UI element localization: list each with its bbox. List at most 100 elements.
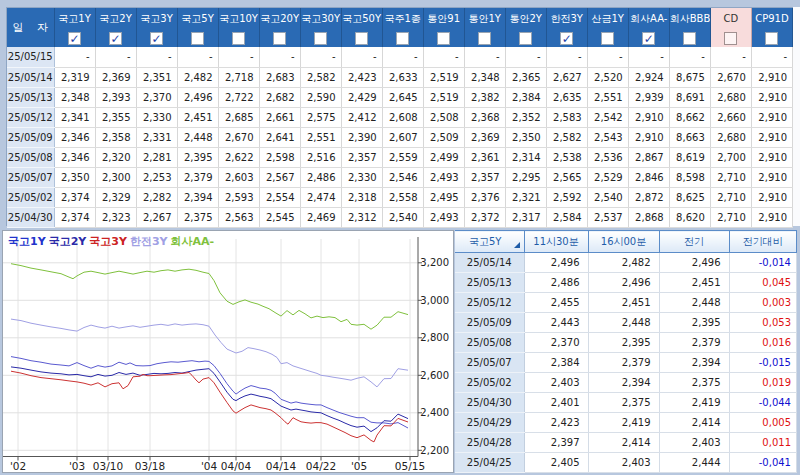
- rate-cell: 2,710: [710, 167, 751, 187]
- quote-table-body: 25/05/142,4962,4822,496-0,01425/05/132,4…: [455, 253, 797, 473]
- checkbox-국고1Y[interactable]: ✓: [68, 32, 81, 45]
- checkbox-국고50Y[interactable]: [355, 32, 368, 45]
- rate-cell: 2,448: [177, 127, 218, 147]
- checkbox-국고2Y[interactable]: ✓: [109, 32, 122, 45]
- rate-cell: 2,582: [546, 127, 587, 147]
- rate-cell: 2,551: [587, 87, 628, 107]
- rate-cell: -: [54, 47, 95, 67]
- chart-y-tick-label: 3,200: [420, 257, 449, 268]
- rate-cell: -: [505, 47, 546, 67]
- rate-cell: 2,374: [54, 207, 95, 227]
- checkbox-통안91[interactable]: [437, 32, 450, 45]
- column-header-국고30Y[interactable]: 국고30Y: [300, 8, 341, 29]
- quote-row: 25/04/252,4052,4032,444-0,041: [455, 453, 797, 473]
- rate-cell: 2,910: [751, 207, 792, 227]
- quote-change-cell: -0,044: [729, 393, 797, 413]
- rate-cell: 2,330: [136, 107, 177, 127]
- checkbox-통안1Y[interactable]: [478, 32, 491, 45]
- rate-cell: 2,384: [505, 87, 546, 107]
- checkbox-국고10Y[interactable]: [232, 32, 245, 45]
- column-header-국고2Y[interactable]: 국고2Y: [95, 8, 136, 29]
- rate-cell: 2,685: [218, 107, 259, 127]
- column-header-회사AA-[interactable]: 회사AA-: [628, 8, 669, 29]
- column-header-회사BBB-[interactable]: 회사BBB-: [669, 8, 710, 29]
- checkbox-CD[interactable]: [724, 32, 737, 45]
- table-row: 25/05/132,3482,3932,3702,4962,7222,6822,…: [7, 87, 793, 107]
- chart-x-tick-label: '04: [201, 460, 218, 472]
- checkbox-국주1종[interactable]: [396, 32, 409, 45]
- rate-cell: 2,670: [710, 67, 751, 87]
- column-header-통안1Y[interactable]: 통안1Y: [464, 8, 505, 29]
- yield-chart-panel: 2,2002,4002,6002,8003,0003,200'02'0303/1…: [2, 230, 454, 473]
- rate-cell: 2,592: [546, 187, 587, 207]
- chart-x-tick-label: 04/04: [221, 460, 252, 472]
- checkbox-회사AA-[interactable]: ✓: [642, 32, 655, 45]
- rate-cell: 2,722: [218, 87, 259, 107]
- quote-1130-cell: 2,486: [524, 273, 588, 293]
- quote-date-cell: 25/04/28: [455, 433, 524, 453]
- rate-cell: 2,451: [177, 107, 218, 127]
- quote-header-4: 전기대비: [729, 231, 797, 253]
- column-header-CP91D[interactable]: CP91D: [751, 8, 792, 29]
- checkbox-CP91D[interactable]: [765, 32, 778, 45]
- column-header-국고5Y[interactable]: 국고5Y: [177, 8, 218, 29]
- column-header-CD[interactable]: CD: [710, 8, 751, 29]
- rate-cell: 2,267: [136, 207, 177, 227]
- column-header-국고50Y[interactable]: 국고50Y: [341, 8, 382, 29]
- date-cell: 25/05/07: [7, 167, 54, 187]
- quote-header-3: 전기: [659, 231, 729, 253]
- quote-date-cell: 25/05/13: [455, 273, 524, 293]
- checkbox-국고20Y[interactable]: [273, 32, 286, 45]
- checkbox-통안2Y[interactable]: [519, 32, 532, 45]
- column-header-국고3Y[interactable]: 국고3Y: [136, 8, 177, 29]
- column-header-국고1Y[interactable]: 국고1Y: [54, 8, 95, 29]
- rate-cell: 2,482: [177, 67, 218, 87]
- quote-change-cell: 0,016: [729, 333, 797, 353]
- quote-prev-cell: 2,414: [659, 413, 729, 433]
- rate-cell: 2,361: [464, 147, 505, 167]
- rate-cell: 2,469: [300, 207, 341, 227]
- column-header-국고10Y[interactable]: 국고10Y: [218, 8, 259, 29]
- rate-cell: 2,608: [382, 107, 423, 127]
- checkbox-국고5Y[interactable]: [191, 32, 204, 45]
- column-header-한전3Y[interactable]: 한전3Y: [546, 8, 587, 29]
- checkbox-회사BBB-[interactable]: [683, 32, 696, 45]
- rate-cell: 2,372: [464, 207, 505, 227]
- checkbox-국고30Y[interactable]: [314, 32, 327, 45]
- rate-cell: 2,375: [177, 207, 218, 227]
- rate-cell: 2,563: [218, 207, 259, 227]
- column-header-통안2Y[interactable]: 통안2Y: [505, 8, 546, 29]
- quote-row: 25/05/132,4862,4962,4510,045: [455, 273, 797, 293]
- quote-prev-cell: 2,419: [659, 393, 729, 413]
- rate-cell: 2,867: [628, 147, 669, 167]
- quote-row: 25/04/302,4012,3752,419-0,044: [455, 393, 797, 413]
- rate-cell: 2,509: [423, 127, 464, 147]
- quote-1600-cell: 2,451: [588, 293, 659, 313]
- rate-cell: 2,394: [177, 187, 218, 207]
- checkbox-cell-한전3Y: ✓: [546, 29, 587, 47]
- column-header-산금1Y[interactable]: 산금1Y: [587, 8, 628, 29]
- column-header-통안91[interactable]: 통안91: [423, 8, 464, 29]
- quote-prev-cell: 2,496: [659, 253, 729, 273]
- rate-cell: 2,661: [259, 107, 300, 127]
- column-header-국고20Y[interactable]: 국고20Y: [259, 8, 300, 29]
- quote-table-panel: 국고5Y11시30분16시00분전기전기대비 25/05/142,4962,48…: [455, 230, 797, 473]
- checkbox-국고3Y[interactable]: ✓: [150, 32, 163, 45]
- rate-cell: 2,939: [628, 87, 669, 107]
- rate-cell: 2,622: [218, 147, 259, 167]
- checkbox-cell-회사BBB-: [669, 29, 710, 47]
- chart-x-tick-label: '03: [69, 460, 85, 472]
- checkbox-cell-CP91D: [751, 29, 792, 47]
- column-header-국주1종[interactable]: 국주1종: [382, 8, 423, 29]
- rate-cell: 2,365: [505, 67, 546, 87]
- quote-1130-cell: 2,455: [524, 293, 588, 313]
- quote-row: 25/05/142,4962,4822,496-0,014: [455, 253, 797, 273]
- checkbox-산금1Y[interactable]: [601, 32, 614, 45]
- rate-cell: 2,370: [136, 87, 177, 107]
- quote-1130-cell: 2,443: [524, 313, 588, 333]
- quote-header-0[interactable]: 국고5Y: [455, 231, 524, 253]
- quote-date-cell: 25/05/09: [455, 313, 524, 333]
- checkbox-한전3Y[interactable]: ✓: [560, 32, 573, 45]
- rate-cell: -: [259, 47, 300, 67]
- rate-cell: 2,319: [54, 67, 95, 87]
